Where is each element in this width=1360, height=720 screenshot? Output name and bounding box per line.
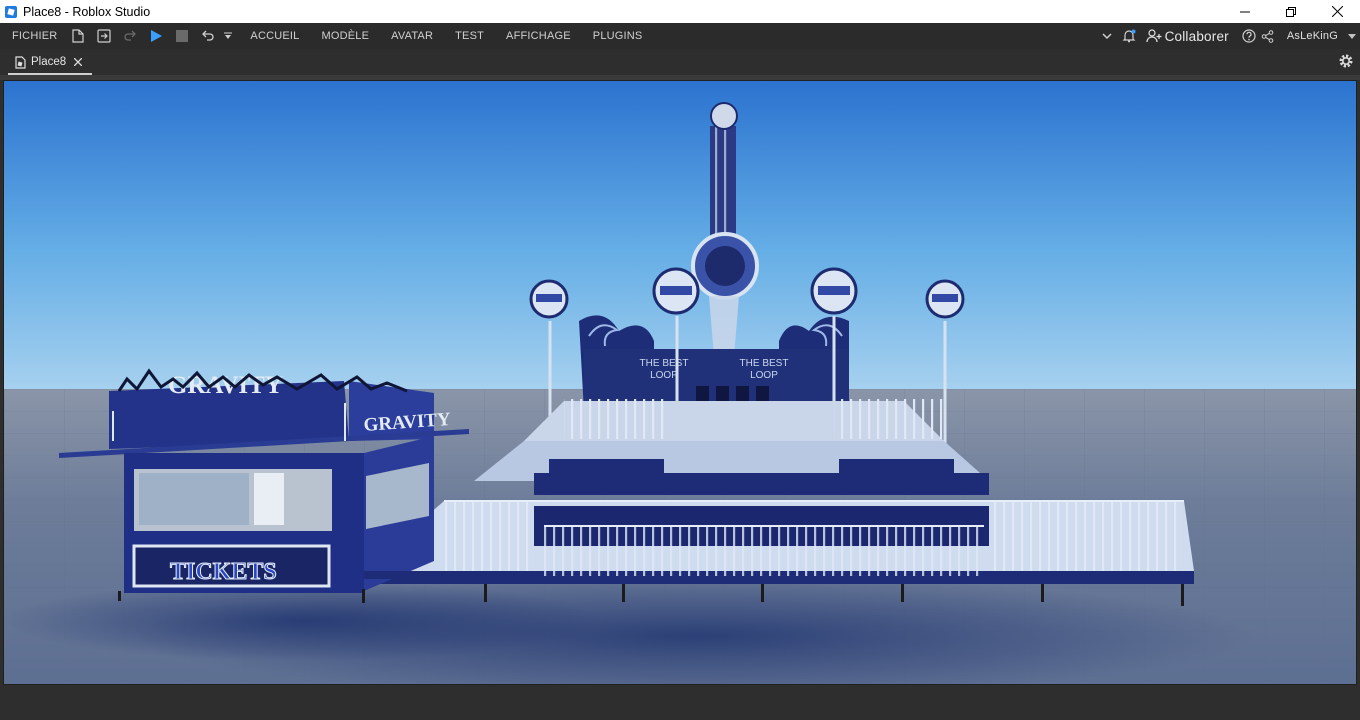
undo-button[interactable] — [195, 23, 221, 49]
chevron-down-icon — [1102, 33, 1112, 40]
play-button[interactable] — [143, 23, 169, 49]
restore-button[interactable] — [1268, 0, 1314, 23]
close-tab-icon[interactable] — [74, 58, 83, 66]
collaborate-button[interactable]: Collaborer — [1140, 29, 1229, 44]
help-button[interactable] — [1239, 23, 1259, 49]
tab-plugins[interactable]: PLUGINS — [582, 23, 654, 49]
chevron-down-icon — [224, 32, 233, 39]
close-icon — [1331, 6, 1343, 17]
username-label[interactable]: AsLeKinG — [1287, 30, 1338, 42]
3d-viewport[interactable]: THE BEST LOOP THE BEST LOOP GRAVITY GRAV… — [3, 80, 1357, 685]
tab-avatar[interactable]: AVATAR — [380, 23, 444, 49]
undo-icon — [202, 30, 214, 41]
banner-left-line1: THE BEST — [640, 358, 689, 369]
share-icon — [1262, 29, 1274, 43]
publish-icon — [97, 29, 112, 43]
tab-place8[interactable]: Place8 — [8, 51, 92, 75]
close-window-button[interactable] — [1314, 0, 1360, 23]
redo-icon — [124, 30, 137, 41]
window-controls — [1222, 0, 1360, 23]
banner-right-line2: LOOP — [750, 370, 778, 381]
document-tab-bar: Place8 — [0, 49, 1360, 75]
share-button[interactable] — [1259, 23, 1277, 49]
notifications-button[interactable] — [1118, 23, 1140, 49]
place-file-icon — [15, 55, 26, 69]
caret-down-icon — [1348, 33, 1356, 39]
banner-right-line1: THE BEST — [740, 358, 789, 369]
quick-access-dropdown[interactable] — [221, 23, 235, 49]
window-title: Place8 - Roblox Studio — [23, 4, 151, 19]
tab-model[interactable]: MODÈLE — [311, 23, 381, 49]
stop-button[interactable] — [169, 23, 195, 49]
minimize-button[interactable] — [1222, 0, 1268, 23]
sky — [4, 81, 1356, 391]
menu-file[interactable]: FICHIER — [0, 23, 65, 49]
restore-icon — [1286, 6, 1296, 17]
redo-button[interactable] — [117, 23, 143, 49]
ticket-sign: TICKETS — [170, 559, 277, 585]
menubar-right: Collaborer AsLeKinG — [1096, 23, 1360, 49]
tab-test[interactable]: TEST — [444, 23, 495, 49]
play-icon — [151, 30, 163, 42]
menu-bar: FICHIER ACCUEIL MODÈLE AVATAR TEST AFFIC… — [0, 23, 1360, 49]
scene-render: THE BEST LOOP THE BEST LOOP GRAVITY GRAV… — [4, 81, 1356, 684]
help-icon — [1242, 29, 1256, 43]
tab-view[interactable]: AFFICHAGE — [495, 23, 582, 49]
new-file-button[interactable] — [65, 23, 91, 49]
banner-left-line2: LOOP — [650, 370, 678, 381]
roblox-studio-logo-icon — [5, 5, 17, 18]
tab-label: Place8 — [31, 56, 67, 68]
publish-button[interactable] — [91, 23, 117, 49]
gear-icon[interactable] — [1338, 53, 1354, 69]
user-menu-dropdown[interactable] — [1344, 23, 1360, 49]
minimize-icon — [1240, 11, 1250, 12]
stop-icon — [176, 30, 189, 42]
bell-icon — [1122, 29, 1136, 43]
window-titlebar: Place8 - Roblox Studio — [0, 0, 1360, 23]
add-user-icon — [1145, 29, 1162, 43]
new-file-icon — [72, 29, 85, 43]
status-bar — [0, 686, 1360, 720]
collaborate-label: Collaborer — [1164, 28, 1229, 44]
tab-home[interactable]: ACCUEIL — [239, 23, 310, 49]
ribbon-toggle-button[interactable] — [1096, 23, 1118, 49]
